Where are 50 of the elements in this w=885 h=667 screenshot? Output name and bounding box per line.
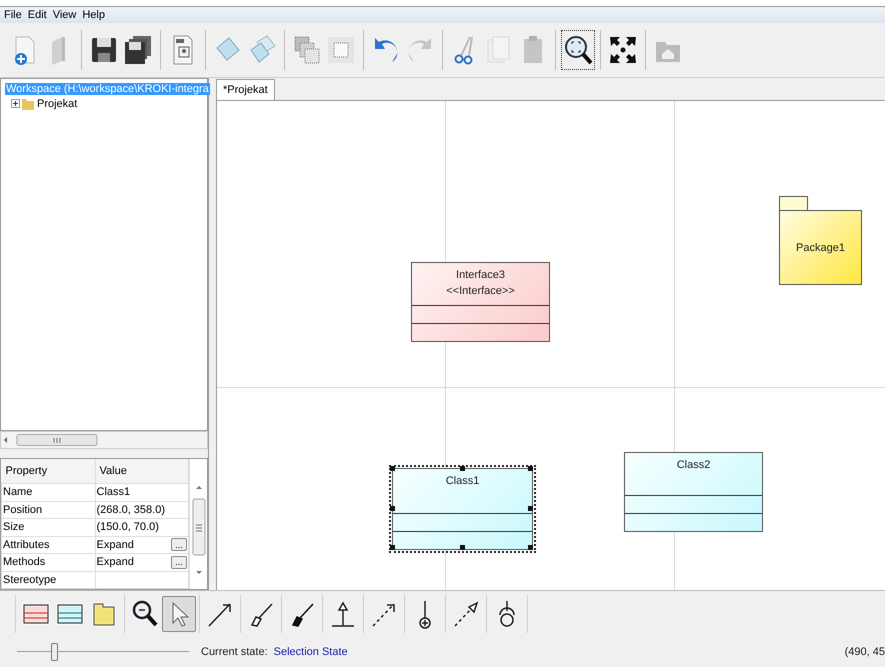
- element-name: Class1: [446, 475, 480, 487]
- element-name: Class2: [676, 459, 710, 471]
- interface-node[interactable]: Interface3 <<Interface>>: [411, 262, 550, 342]
- class-node[interactable]: Class1: [392, 468, 533, 550]
- property-name: Name: [2, 484, 95, 501]
- stereotype-label: <<Interface>>: [446, 285, 515, 297]
- resize-handle[interactable]: [460, 545, 464, 550]
- floppy-disks-icon: [123, 34, 153, 66]
- state-label: Current state:: [201, 646, 268, 658]
- state-value: Selection State: [274, 646, 348, 658]
- menu-item[interactable]: Edit: [28, 9, 47, 21]
- horizontal-scrollbar[interactable]: [0, 431, 208, 449]
- resize-handle[interactable]: [390, 466, 395, 471]
- property-value: Expand: [96, 556, 134, 568]
- property-value: Expand: [96, 538, 134, 551]
- editor-tab[interactable]: *Projekat: [216, 79, 275, 100]
- menu-item[interactable]: View: [52, 9, 76, 21]
- diagram-canvas[interactable]: Interface3 <<Interface>> Package1 Class1 Class2: [216, 101, 885, 590]
- resize-handle[interactable]: [390, 506, 395, 511]
- edit-button[interactable]: ...: [171, 538, 187, 552]
- resize-handle[interactable]: [528, 506, 533, 511]
- resize-handle[interactable]: [390, 545, 395, 550]
- property-name: Methods: [2, 554, 95, 571]
- property-name: Stereotype: [2, 571, 95, 588]
- zoom-icon: [130, 599, 160, 629]
- stacked-squares-icon: [292, 34, 322, 66]
- resize-handle[interactable]: [528, 466, 533, 471]
- expand-icon[interactable]: [11, 99, 20, 108]
- column-header: Property: [2, 459, 95, 484]
- property-name: Position: [2, 501, 95, 518]
- element-name: Interface3: [456, 269, 505, 281]
- vertical-scrollbar[interactable]: [189, 459, 207, 589]
- column-header: Value: [95, 459, 188, 484]
- property-name: Attributes: [2, 536, 95, 554]
- package-node[interactable]: Package1: [779, 210, 862, 285]
- menu-item[interactable]: Help: [82, 9, 105, 21]
- cursor-coordinates: (490, 45: [844, 646, 885, 658]
- toolbar-button[interactable]: [561, 30, 595, 70]
- zoom-fit-icon: [563, 34, 593, 66]
- resize-handle[interactable]: [528, 545, 533, 550]
- edit-button[interactable]: ...: [171, 556, 187, 569]
- class-node[interactable]: Class2: [624, 452, 763, 532]
- dotted-square-icon: [326, 34, 356, 66]
- slider-thumb[interactable]: [51, 643, 58, 661]
- property-name: Size: [2, 518, 95, 536]
- tree-item[interactable]: Projekat: [36, 98, 78, 110]
- expand-arrows-icon: [608, 34, 638, 66]
- resize-handle[interactable]: [460, 466, 464, 471]
- package-name: Package1: [796, 242, 845, 254]
- menu-item[interactable]: File: [4, 9, 22, 21]
